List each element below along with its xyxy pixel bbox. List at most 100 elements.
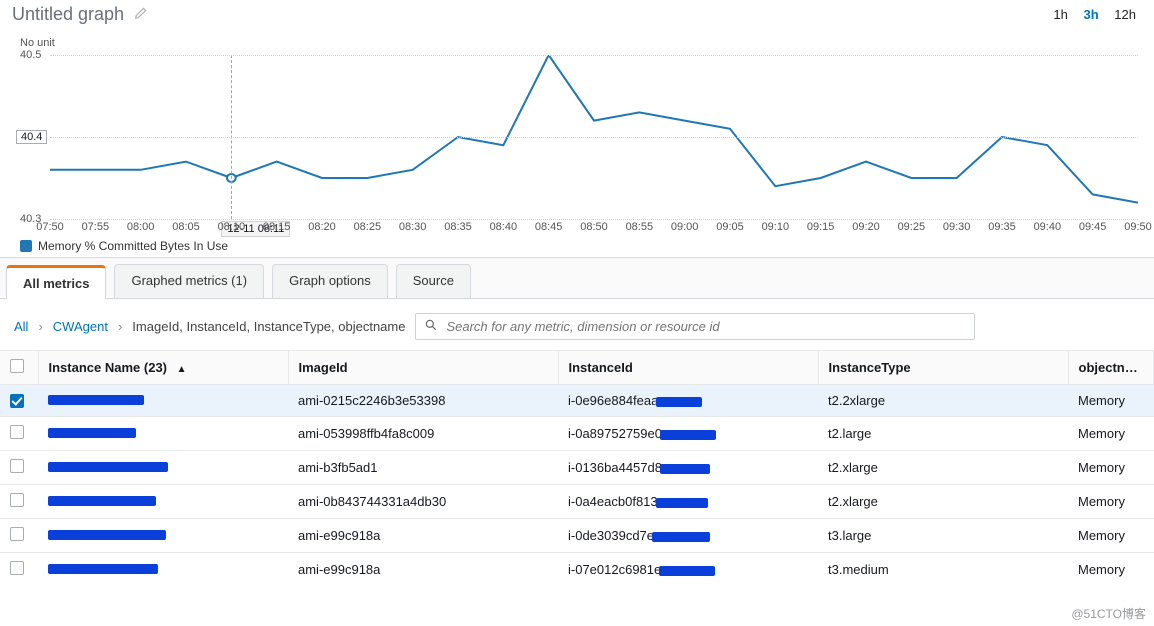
gridline <box>50 137 1138 138</box>
tabs: All metrics Graphed metrics (1) Graph op… <box>0 257 1154 299</box>
cell-instance-name <box>38 553 288 587</box>
metrics-table: Instance Name (23) ▲ ImageId InstanceId … <box>0 350 1154 586</box>
cell-object-name: Memory <box>1068 451 1154 485</box>
tab-graph-options[interactable]: Graph options <box>272 264 388 298</box>
row-checkbox[interactable] <box>10 425 24 439</box>
x-tick: 08:40 <box>490 221 518 233</box>
cell-instance-type: t3.large <box>818 519 1068 553</box>
row-checkbox[interactable] <box>10 394 24 408</box>
col-instance-id[interactable]: InstanceId <box>558 351 818 385</box>
cell-object-name: Memory <box>1068 519 1154 553</box>
row-checkbox[interactable] <box>10 561 24 575</box>
x-tick: 07:50 <box>36 221 64 233</box>
y-tick: 40.5 <box>20 49 41 61</box>
col-instance-type[interactable]: InstanceType <box>818 351 1068 385</box>
cell-instance-id: i-0a89752759e0 <box>558 417 818 451</box>
x-tick: 09:40 <box>1034 221 1062 233</box>
breadcrumb-dimensions: ImageId, InstanceId, InstanceType, objec… <box>132 319 405 334</box>
chart-area: No unit 12-11 08:11 40.340.440.5 40.4 07… <box>8 33 1146 253</box>
cell-image-id: ami-b3fb5ad1 <box>288 451 558 485</box>
table-row[interactable]: ami-053998ffb4fa8c009i-0a89752759e0t2.la… <box>0 417 1154 451</box>
row-checkbox[interactable] <box>10 527 24 541</box>
tab-source[interactable]: Source <box>396 264 471 298</box>
graph-title[interactable]: Untitled graph <box>12 4 124 25</box>
breadcrumb-all[interactable]: All <box>14 319 28 334</box>
legend-label: Memory % Committed Bytes In Use <box>38 239 228 253</box>
table-row[interactable]: ami-0215c2246b3e53398i-0e96e884feaat2.2x… <box>0 385 1154 417</box>
watermark: @51CTO博客 <box>1071 605 1146 622</box>
gridline <box>50 219 1138 220</box>
table-row[interactable]: ami-e99c918ai-07e012c6981et3.mediumMemor… <box>0 553 1154 587</box>
cell-image-id: ami-e99c918a <box>288 553 558 587</box>
table-header-row: Instance Name (23) ▲ ImageId InstanceId … <box>0 351 1154 385</box>
cell-instance-name <box>38 451 288 485</box>
search-icon <box>424 318 438 335</box>
cell-image-id: ami-053998ffb4fa8c009 <box>288 417 558 451</box>
chevron-right-icon: › <box>118 319 122 334</box>
cell-object-name: Memory <box>1068 485 1154 519</box>
x-tick: 09:30 <box>943 221 971 233</box>
x-tick: 08:35 <box>444 221 472 233</box>
cell-object-name: Memory <box>1068 417 1154 451</box>
x-tick: 09:25 <box>898 221 926 233</box>
x-tick: 09:15 <box>807 221 835 233</box>
x-tick: 09:00 <box>671 221 699 233</box>
x-tick: 07:55 <box>82 221 110 233</box>
cell-instance-id: i-0136ba4457d8 <box>558 451 818 485</box>
cell-instance-type: t3.medium <box>818 553 1068 587</box>
cell-instance-type: t2.large <box>818 417 1068 451</box>
cell-instance-name <box>38 485 288 519</box>
chart-legend[interactable]: Memory % Committed Bytes In Use <box>20 239 228 253</box>
metric-search[interactable] <box>415 313 975 340</box>
cell-instance-id: i-0e96e884feaa <box>558 385 818 417</box>
x-tick: 08:20 <box>308 221 336 233</box>
search-input[interactable] <box>446 319 966 334</box>
table-row[interactable]: ami-0b843744331a4db30i-0a4eacb0f813t2.xl… <box>0 485 1154 519</box>
col-image-id[interactable]: ImageId <box>288 351 558 385</box>
gridline <box>50 55 1138 56</box>
cell-instance-name <box>38 417 288 451</box>
chart-x-ticks: 07:5007:5508:0008:0508:1008:1508:2008:25… <box>50 221 1138 235</box>
range-3h[interactable]: 3h <box>1078 7 1105 22</box>
x-tick: 09:45 <box>1079 221 1107 233</box>
cell-image-id: ami-0b843744331a4db30 <box>288 485 558 519</box>
row-checkbox[interactable] <box>10 493 24 507</box>
x-tick: 08:00 <box>127 221 155 233</box>
graph-header: Untitled graph 1h 3h 12h <box>0 0 1154 33</box>
table-row[interactable]: ami-e99c918ai-0de3039cd7et3.largeMemory <box>0 519 1154 553</box>
filter-bar: All › CWAgent › ImageId, InstanceId, Ins… <box>0 299 1154 350</box>
cell-image-id: ami-0215c2246b3e53398 <box>288 385 558 417</box>
cell-instance-id: i-0a4eacb0f813 <box>558 485 818 519</box>
breadcrumb-namespace[interactable]: CWAgent <box>53 319 108 334</box>
x-tick: 09:50 <box>1124 221 1152 233</box>
cell-instance-name <box>38 519 288 553</box>
chevron-right-icon: › <box>38 319 42 334</box>
pencil-icon[interactable] <box>134 6 148 23</box>
legend-swatch <box>20 240 32 252</box>
select-all-checkbox[interactable] <box>10 359 24 373</box>
col-instance-name[interactable]: Instance Name (23) ▲ <box>38 351 288 385</box>
cell-instance-id: i-07e012c6981e <box>558 553 818 587</box>
cell-object-name: Memory <box>1068 553 1154 587</box>
x-tick: 08:50 <box>580 221 608 233</box>
range-12h[interactable]: 12h <box>1108 7 1142 22</box>
time-range-picker: 1h 3h 12h <box>1047 7 1142 22</box>
tab-all-metrics[interactable]: All metrics <box>6 265 106 299</box>
y-axis-label: No unit <box>20 37 55 49</box>
row-checkbox[interactable] <box>10 459 24 473</box>
x-tick: 08:25 <box>354 221 382 233</box>
range-1h[interactable]: 1h <box>1047 7 1073 22</box>
x-tick: 08:10 <box>218 221 246 233</box>
tab-graphed-metrics[interactable]: Graphed metrics (1) <box>114 264 264 298</box>
x-tick: 09:10 <box>762 221 790 233</box>
x-tick: 08:55 <box>626 221 654 233</box>
x-tick: 09:35 <box>988 221 1016 233</box>
x-tick: 08:45 <box>535 221 563 233</box>
cell-object-name: Memory <box>1068 385 1154 417</box>
x-tick: 08:30 <box>399 221 427 233</box>
cell-image-id: ami-e99c918a <box>288 519 558 553</box>
col-object-name[interactable]: objectname <box>1068 351 1154 385</box>
cell-instance-type: t2.xlarge <box>818 451 1068 485</box>
table-row[interactable]: ami-b3fb5ad1i-0136ba4457d8t2.xlargeMemor… <box>0 451 1154 485</box>
cell-instance-name <box>38 385 288 417</box>
